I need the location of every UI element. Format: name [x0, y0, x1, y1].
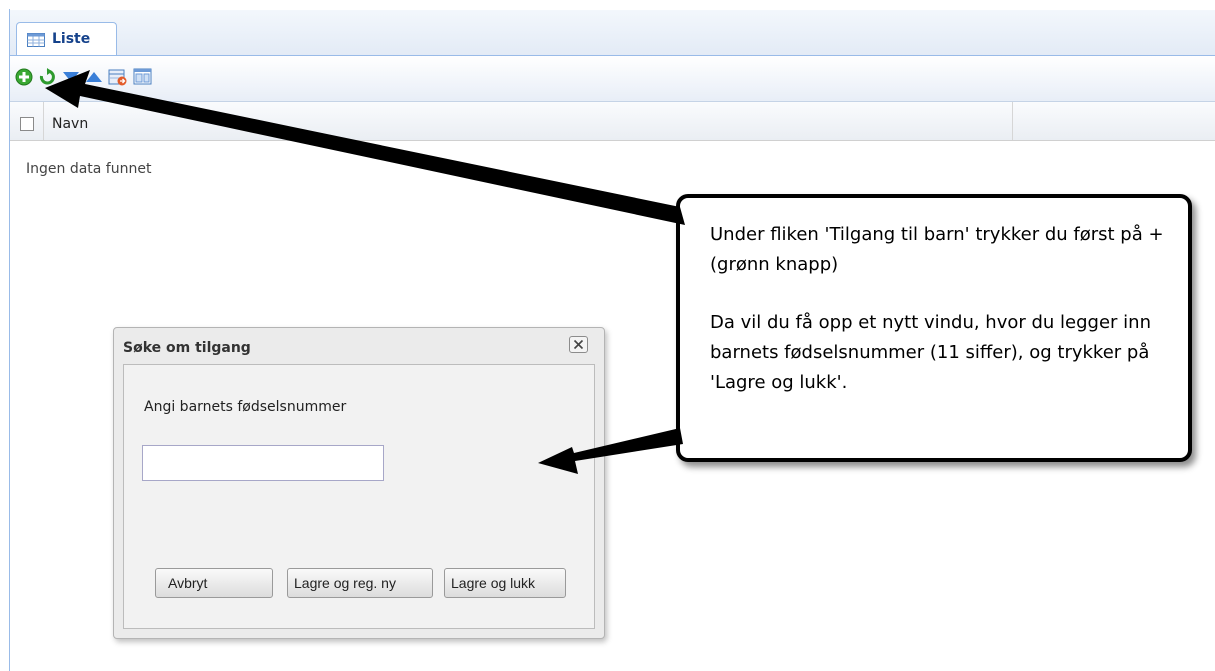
- callout-text-2: Da vil du få opp et nytt vindu, hvor du …: [710, 312, 1151, 393]
- close-icon: [573, 339, 584, 350]
- cancel-button[interactable]: Avbryt: [155, 568, 273, 598]
- export-icon[interactable]: [108, 68, 128, 86]
- sort-up-icon[interactable]: [85, 70, 103, 84]
- save-and-close-button[interactable]: Lagre og lukk: [444, 568, 566, 598]
- instruction-callout: Under fliken 'Tilgang til barn' trykker …: [676, 194, 1192, 462]
- column-header-navn[interactable]: Navn: [52, 116, 88, 132]
- tab-liste[interactable]: Liste: [16, 22, 117, 55]
- empty-message: Ingen data funnet: [26, 161, 152, 177]
- refresh-icon[interactable]: [38, 68, 56, 86]
- save-and-new-button[interactable]: Lagre og reg. ny: [287, 568, 433, 598]
- tab-strip: Liste: [10, 10, 1215, 56]
- sort-down-icon[interactable]: [62, 70, 80, 84]
- select-all-checkbox[interactable]: [20, 117, 34, 131]
- callout-text-1: Under fliken 'Tilgang til barn' trykker …: [710, 224, 1164, 275]
- access-request-dialog: Søke om tilgang Angi barnets fødselsnumm…: [113, 327, 605, 639]
- tab-label: Liste: [52, 31, 91, 47]
- column-divider: [43, 102, 44, 140]
- toolbar: [10, 56, 1215, 102]
- ssn-label: Angi barnets fødselsnummer: [144, 399, 347, 415]
- columns-icon[interactable]: [133, 68, 153, 86]
- column-divider: [1012, 102, 1013, 140]
- close-button[interactable]: [569, 336, 588, 353]
- dialog-body: Angi barnets fødselsnummer Avbryt Lagre …: [123, 364, 595, 629]
- table-icon: [27, 33, 45, 47]
- ssn-input[interactable]: [142, 445, 384, 481]
- dialog-title: Søke om tilgang: [123, 340, 251, 356]
- grid-header: Navn: [10, 102, 1215, 141]
- add-icon[interactable]: [15, 68, 33, 86]
